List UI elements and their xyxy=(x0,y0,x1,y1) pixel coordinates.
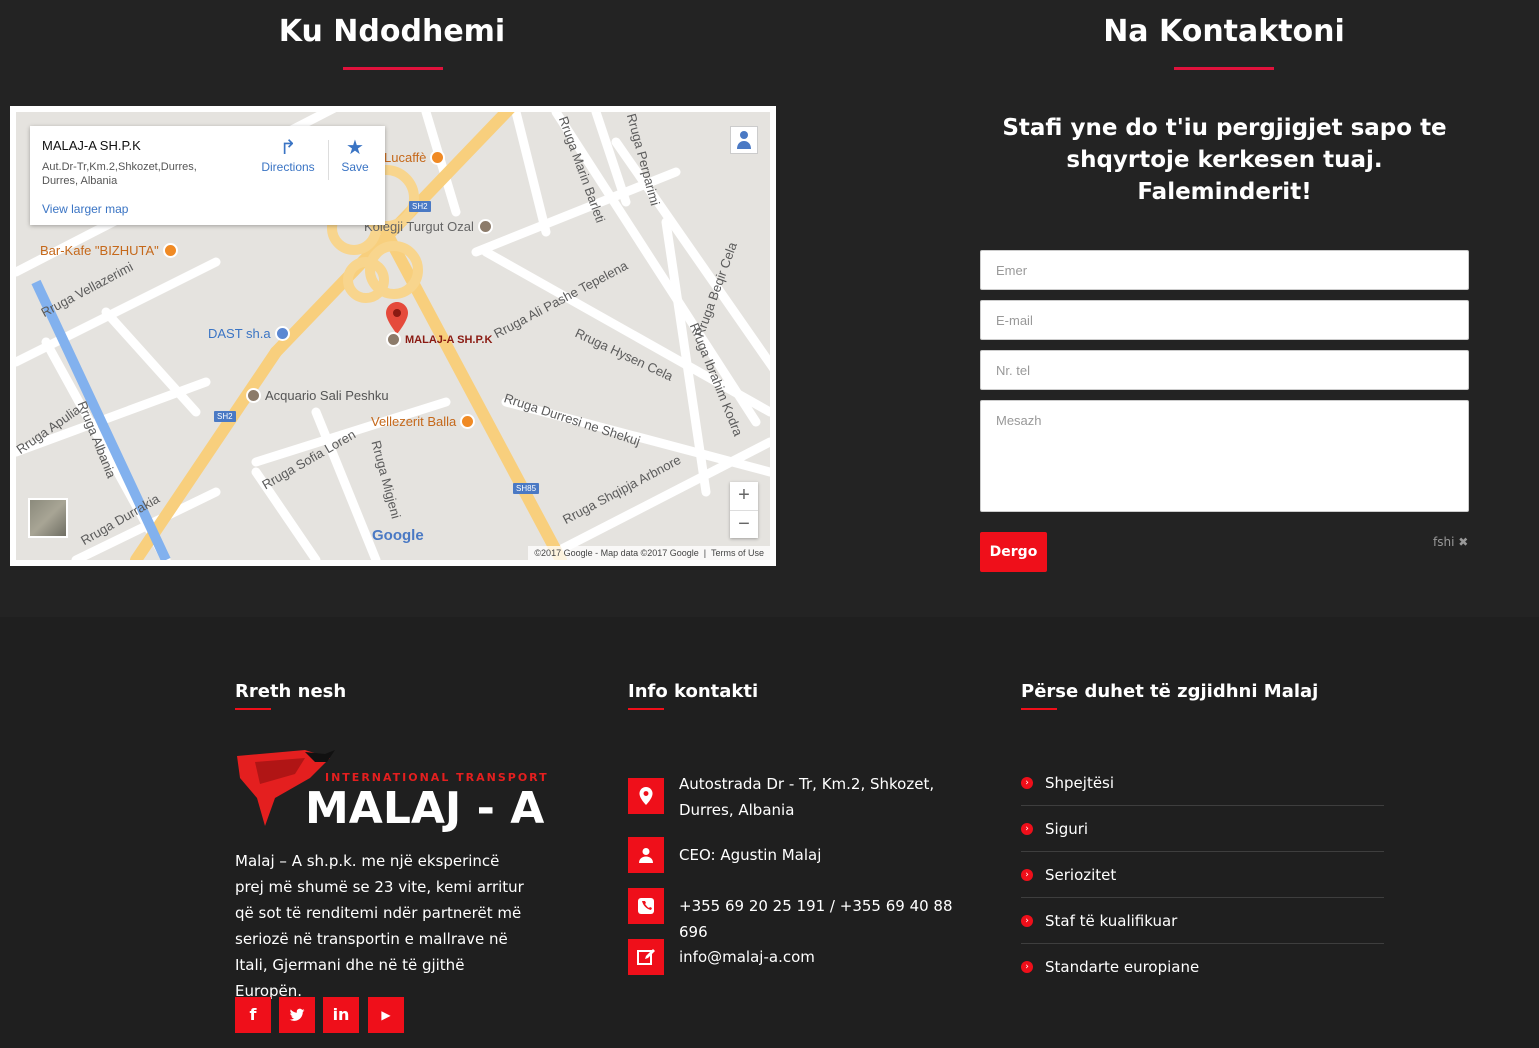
google-logo: Google xyxy=(372,527,424,544)
list-item[interactable]: › Seriozitet xyxy=(1021,852,1384,898)
facebook-icon[interactable]: f xyxy=(235,997,271,1033)
cafe-icon xyxy=(460,414,476,429)
about-heading-underline xyxy=(235,708,271,710)
phone-field[interactable]: Nr. tel xyxy=(980,350,1469,390)
list-item[interactable]: › Shpejtësi xyxy=(1021,760,1384,806)
info-heading: Info kontakti xyxy=(628,681,759,702)
poi-label: DAST sh.a xyxy=(208,326,271,341)
zoom-controls: + − xyxy=(730,482,758,538)
chevron-right-icon: › xyxy=(1021,868,1033,881)
contact-title: Na Kontaktoni xyxy=(1103,14,1345,49)
about-heading: Rreth nesh xyxy=(235,681,347,702)
shop-icon xyxy=(274,326,290,341)
chevron-right-icon: › xyxy=(1021,961,1033,973)
chevron-right-icon: › xyxy=(1021,776,1033,789)
card-divider xyxy=(328,140,329,180)
list-item[interactable]: › Standarte europiane xyxy=(1021,944,1384,990)
directions-button[interactable]: ↱ Directions xyxy=(258,136,318,174)
contact-ceo: CEO: Agustin Malaj xyxy=(679,846,822,864)
why-heading: Përse duhet të zgjidhni Malaj xyxy=(1021,681,1319,702)
list-item[interactable]: › Siguri xyxy=(1021,806,1384,852)
place-address: Aut.Dr-Tr,Km.2,Shkozet,Durres, Durres, A… xyxy=(42,161,197,187)
location-contact-section: Ku Ndodhemi Na Kontaktoni Rruga Marin Ba… xyxy=(0,0,1539,617)
marker-label: MALAJ-A SH.P.K xyxy=(386,332,492,347)
logo-title: MALAJ - A xyxy=(305,783,545,834)
message-textarea[interactable]: Mesazh xyxy=(980,400,1469,512)
location-title-underline xyxy=(343,67,443,70)
cafe-icon xyxy=(162,243,178,258)
poi-label: Lucaffè xyxy=(384,150,427,165)
edit-icon xyxy=(628,939,664,975)
send-button[interactable]: Dergo xyxy=(980,532,1047,572)
highway-shield: SH2 xyxy=(214,411,236,422)
list-item[interactable]: › Staf të kualifikuar xyxy=(1021,898,1384,944)
poi-label: Acquario Sali Peshku xyxy=(265,388,389,403)
poi-dast[interactable]: DAST sh.a xyxy=(208,326,290,341)
clear-link[interactable]: fshi ✖ xyxy=(1433,535,1468,549)
zoom-in-button[interactable]: + xyxy=(730,482,758,510)
poi-label: Bar-Kafe "BIZHUTA" xyxy=(40,243,159,258)
info-heading-underline xyxy=(628,708,664,710)
user-icon xyxy=(628,837,664,873)
chevron-right-icon: › xyxy=(1021,822,1033,835)
directions-icon: ↱ xyxy=(279,137,297,159)
cafe-icon xyxy=(430,150,446,165)
zoom-out-button[interactable]: − xyxy=(730,510,758,538)
terms-of-use-link[interactable]: Terms of Use xyxy=(711,548,764,558)
poi-vellezerit-balla[interactable]: Vellezerit Balla xyxy=(371,414,476,429)
contact-phone[interactable]: +355 69 20 25 191 / +355 69 40 88 696 xyxy=(679,893,979,945)
youtube-icon[interactable]: ▶ xyxy=(368,997,404,1033)
contact-email[interactable]: info@malaj-a.com xyxy=(679,944,979,970)
name-field[interactable]: Emer xyxy=(980,250,1469,290)
place-name: MALAJ-A SH.P.K xyxy=(42,138,141,153)
location-icon xyxy=(628,778,664,814)
poi-bizhuta[interactable]: Bar-Kafe "BIZHUTA" xyxy=(40,243,178,258)
view-larger-map-link[interactable]: View larger map xyxy=(42,202,128,216)
satellite-view-toggle[interactable] xyxy=(28,498,68,538)
chevron-right-icon: › xyxy=(1021,914,1033,927)
embedded-map[interactable]: Rruga Marin Barleti Rruga Perparimi Rrug… xyxy=(10,106,776,566)
save-button[interactable]: ★ Save xyxy=(332,136,378,174)
twitter-icon[interactable] xyxy=(279,997,315,1033)
street-view-pegman-icon[interactable] xyxy=(730,126,758,154)
highway-shield: SH2 xyxy=(409,201,431,212)
why-heading-underline xyxy=(1021,708,1057,710)
poi-acquario[interactable]: Acquario Sali Peshku xyxy=(246,388,389,403)
poi-lucaffe[interactable]: Lucaffè xyxy=(384,150,446,165)
school-icon xyxy=(477,219,493,234)
place-icon xyxy=(386,332,401,347)
contact-lead-text: Stafi yne do t'iu pergjigjet sapo te shq… xyxy=(1002,115,1447,205)
linkedin-icon[interactable]: in xyxy=(323,997,359,1033)
about-text: Malaj – A sh.p.k. me një eksperincë prej… xyxy=(235,852,524,1000)
highway-shield: SH85 xyxy=(513,483,540,494)
contact-address: Autostrada Dr - Tr, Km.2, Shkozet, Durre… xyxy=(679,775,935,819)
contact-title-underline xyxy=(1174,67,1274,70)
poi-label: Vellezerit Balla xyxy=(371,414,457,429)
location-title: Ku Ndodhemi xyxy=(278,14,506,49)
star-icon: ★ xyxy=(346,137,364,159)
map-canvas[interactable]: Rruga Marin Barleti Rruga Perparimi Rrug… xyxy=(16,112,770,560)
map-info-card: MALAJ-A SH.P.K Aut.Dr-Tr,Km.2,Shkozet,Du… xyxy=(30,126,385,225)
map-attribution: ©2017 Google - Map data ©2017 Google | T… xyxy=(528,546,770,560)
phone-icon xyxy=(628,888,664,924)
place-icon xyxy=(246,388,261,403)
email-field[interactable]: E-mail xyxy=(980,300,1469,340)
